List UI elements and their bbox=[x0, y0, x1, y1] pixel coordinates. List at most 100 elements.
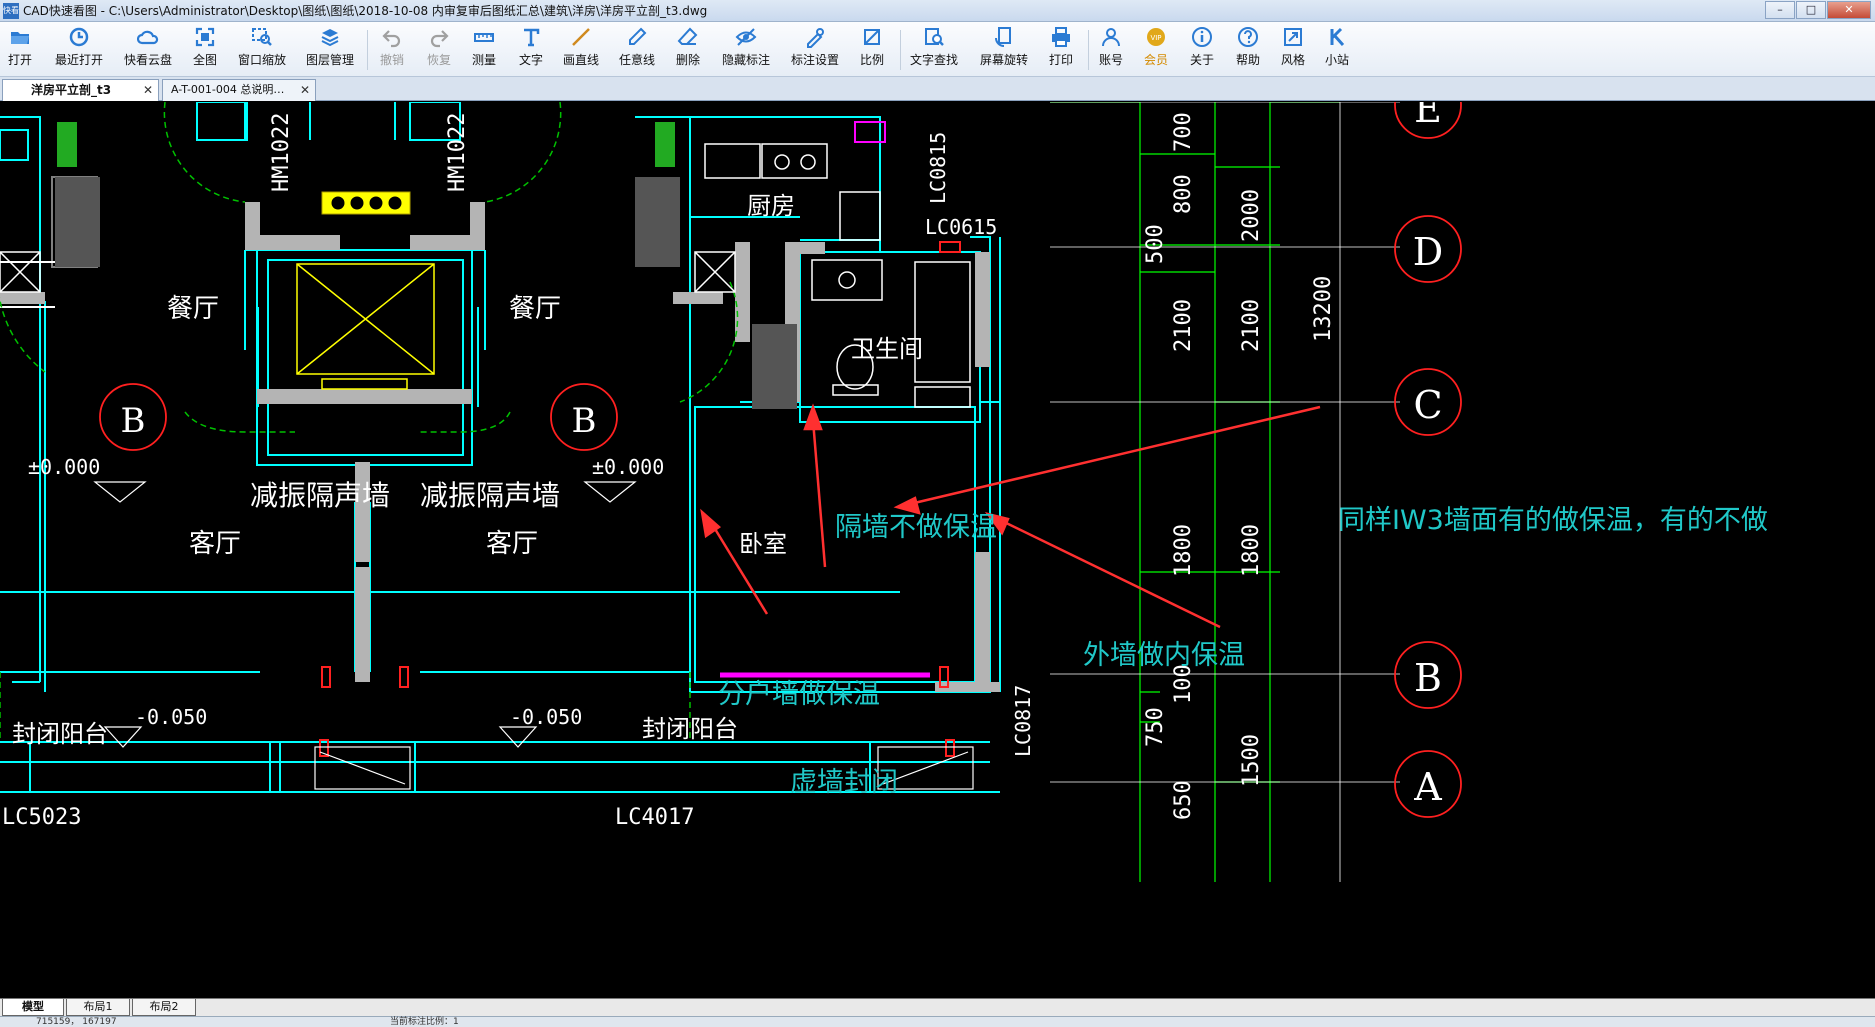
room-label-dining-right: 餐厅 bbox=[509, 294, 561, 324]
room-label-bathroom: 卫生间 bbox=[851, 335, 923, 363]
fit-all-button[interactable]: 全图 bbox=[193, 26, 217, 74]
eraser-icon bbox=[677, 27, 698, 45]
tab-yangfang[interactable]: 洋房平立剖_t3 ✕ bbox=[2, 79, 159, 101]
window-label-lc0615: LC0615 bbox=[925, 215, 997, 239]
drawing-canvas[interactable]: E D C B A B B 餐厅 餐厅 客厅 客厅 厨房 卫生间 卧室 封闭阳台… bbox=[0, 102, 1875, 998]
cloud-icon bbox=[137, 30, 159, 45]
undo-button[interactable]: 撤销 bbox=[380, 26, 404, 74]
hide-annotation-button[interactable]: 隐藏标注 bbox=[722, 26, 770, 74]
station-button[interactable]: 小站 bbox=[1325, 26, 1349, 74]
find-text-button[interactable]: 文字查找 bbox=[910, 26, 958, 74]
wall-label-left: 减振隔声墙 bbox=[250, 479, 390, 512]
minimize-button[interactable]: – bbox=[1765, 1, 1795, 19]
about-button[interactable]: 关于 bbox=[1190, 26, 1214, 74]
title-bar: 快看 CAD快速看图 - C:\Users\Administrator\Desk… bbox=[0, 0, 1875, 22]
elevation-right: ±0.000 bbox=[592, 455, 664, 479]
tab-layout-2[interactable]: 布局2 bbox=[132, 999, 196, 1016]
line-icon bbox=[572, 28, 590, 46]
delete-button[interactable]: 删除 bbox=[676, 26, 700, 74]
elevation-balcony-left: -0.050 bbox=[135, 705, 207, 729]
door-label-hm1022-left: HM1022 bbox=[269, 113, 294, 192]
room-label-living-right: 客厅 bbox=[486, 529, 538, 559]
dimension-650: 650 bbox=[1171, 780, 1196, 820]
annotation-exterior-wall: 外墙做内保温 bbox=[1083, 640, 1245, 671]
window-title: CAD快速看图 - C:\Users\Administrator\Desktop… bbox=[23, 4, 708, 18]
cursor-coordinates: 715159， 167197 bbox=[36, 1017, 117, 1027]
help-button[interactable]: 帮助 bbox=[1236, 26, 1260, 74]
layout-tab-bar: 模型 布局1 布局2 bbox=[0, 998, 1875, 1016]
dimension-13200: 13200 bbox=[1311, 276, 1336, 342]
undo-icon bbox=[382, 30, 401, 48]
dimension-text: 700 800 500 2100 1800 100 750 650 2000 2… bbox=[1143, 112, 1336, 820]
tab-label: A-T-001-004 总说明… bbox=[171, 83, 285, 96]
svg-text:VIP: VIP bbox=[1150, 34, 1161, 42]
help-icon bbox=[1238, 27, 1258, 47]
axis-label-c: C bbox=[1413, 383, 1442, 427]
scale-icon bbox=[864, 29, 880, 45]
toolbar-separator bbox=[367, 30, 368, 70]
info-icon bbox=[1192, 27, 1212, 47]
dimension-800: 800 bbox=[1171, 174, 1196, 214]
axis-label-b-left: B bbox=[121, 401, 146, 441]
toolbar-separator bbox=[1088, 30, 1089, 70]
arrows bbox=[700, 403, 1321, 629]
room-label-kitchen: 厨房 bbox=[747, 192, 795, 220]
style-button[interactable]: 风格 bbox=[1281, 26, 1305, 74]
dimension-700: 700 bbox=[1171, 112, 1196, 152]
room-label-dining-left: 餐厅 bbox=[167, 294, 219, 324]
tab-layout-1[interactable]: 布局1 bbox=[66, 999, 130, 1016]
axis-label-e: E bbox=[1414, 102, 1442, 131]
close-tab-icon[interactable]: ✕ bbox=[143, 80, 153, 100]
rotate-screen-icon bbox=[995, 27, 1011, 47]
freehand-button[interactable]: 任意线 bbox=[619, 26, 655, 74]
draw-line-button[interactable]: 画直线 bbox=[563, 26, 599, 74]
redo-button[interactable]: 恢复 bbox=[427, 26, 451, 74]
measure-button[interactable]: 测量 bbox=[472, 26, 496, 74]
layers-icon bbox=[321, 29, 339, 47]
close-tab-icon[interactable]: ✕ bbox=[300, 80, 310, 100]
document-tab-bar: 洋房平立剖_t3 ✕ A-T-001-004 总说明… ✕ bbox=[0, 77, 1875, 101]
axis-lines bbox=[1050, 102, 1400, 882]
annotation-settings-icon bbox=[807, 28, 824, 48]
tab-general-notes[interactable]: A-T-001-004 总说明… ✕ bbox=[162, 79, 316, 101]
open-folder-icon bbox=[11, 32, 29, 44]
recent-button[interactable]: 最近打开 bbox=[55, 26, 103, 74]
cad-drawing: E D C B A B B 餐厅 餐厅 客厅 客厅 厨房 卫生间 卧室 封闭阳台… bbox=[0, 102, 1768, 882]
annotation-partition-no-insulation: 隔墙不做保温 bbox=[835, 512, 997, 543]
dimension-1800-b: 1800 bbox=[1239, 524, 1264, 577]
vip-icon: VIP bbox=[1147, 28, 1165, 46]
maximize-button[interactable]: □ bbox=[1796, 1, 1826, 19]
rotate-screen-button[interactable]: 屏幕旋转 bbox=[980, 26, 1028, 74]
dimension-750: 750 bbox=[1143, 707, 1168, 747]
printer-icon bbox=[1052, 27, 1070, 47]
print-button[interactable]: 打印 bbox=[1049, 26, 1073, 74]
dimension-2000: 2000 bbox=[1239, 189, 1264, 242]
dimension-1500: 1500 bbox=[1239, 734, 1264, 787]
annotation-settings-button[interactable]: 标注设置 bbox=[791, 26, 839, 74]
annotation-virtual-wall: 虚墙封闭 bbox=[790, 767, 898, 798]
style-icon bbox=[1284, 28, 1302, 46]
vip-button[interactable]: VIP 会员 bbox=[1144, 26, 1168, 74]
tab-label: 洋房平立剖_t3 bbox=[31, 83, 112, 97]
axis-label-d: D bbox=[1413, 230, 1443, 274]
cloud-button[interactable]: 快看云盘 bbox=[124, 26, 172, 74]
dimension-lines bbox=[1050, 102, 1340, 882]
hatch-areas bbox=[55, 122, 797, 409]
eye-hide-icon bbox=[735, 28, 757, 46]
axis-label-a: A bbox=[1413, 765, 1442, 809]
scale-button[interactable]: 比例 bbox=[860, 26, 884, 74]
window-zoom-button[interactable]: 窗口缩放 bbox=[238, 26, 286, 74]
elevator bbox=[296, 191, 435, 390]
window-controls: – □ ✕ bbox=[1764, 1, 1871, 19]
account-button[interactable]: 账号 bbox=[1099, 26, 1123, 74]
measure-icon bbox=[474, 33, 494, 42]
find-text-icon bbox=[925, 28, 944, 46]
text-button[interactable]: 文字 bbox=[519, 26, 543, 74]
k-station-icon bbox=[1330, 27, 1345, 46]
open-button[interactable]: 打开 bbox=[8, 26, 32, 74]
close-button[interactable]: ✕ bbox=[1827, 1, 1871, 19]
tab-model[interactable]: 模型 bbox=[2, 999, 64, 1016]
room-label-bedroom: 卧室 bbox=[739, 530, 787, 558]
main-toolbar: 打开 最近打开 快看云盘 全图 窗口缩放 图层管理 撤销 恢复 测量 文字 画直… bbox=[0, 22, 1875, 77]
layer-manager-button[interactable]: 图层管理 bbox=[306, 26, 354, 74]
